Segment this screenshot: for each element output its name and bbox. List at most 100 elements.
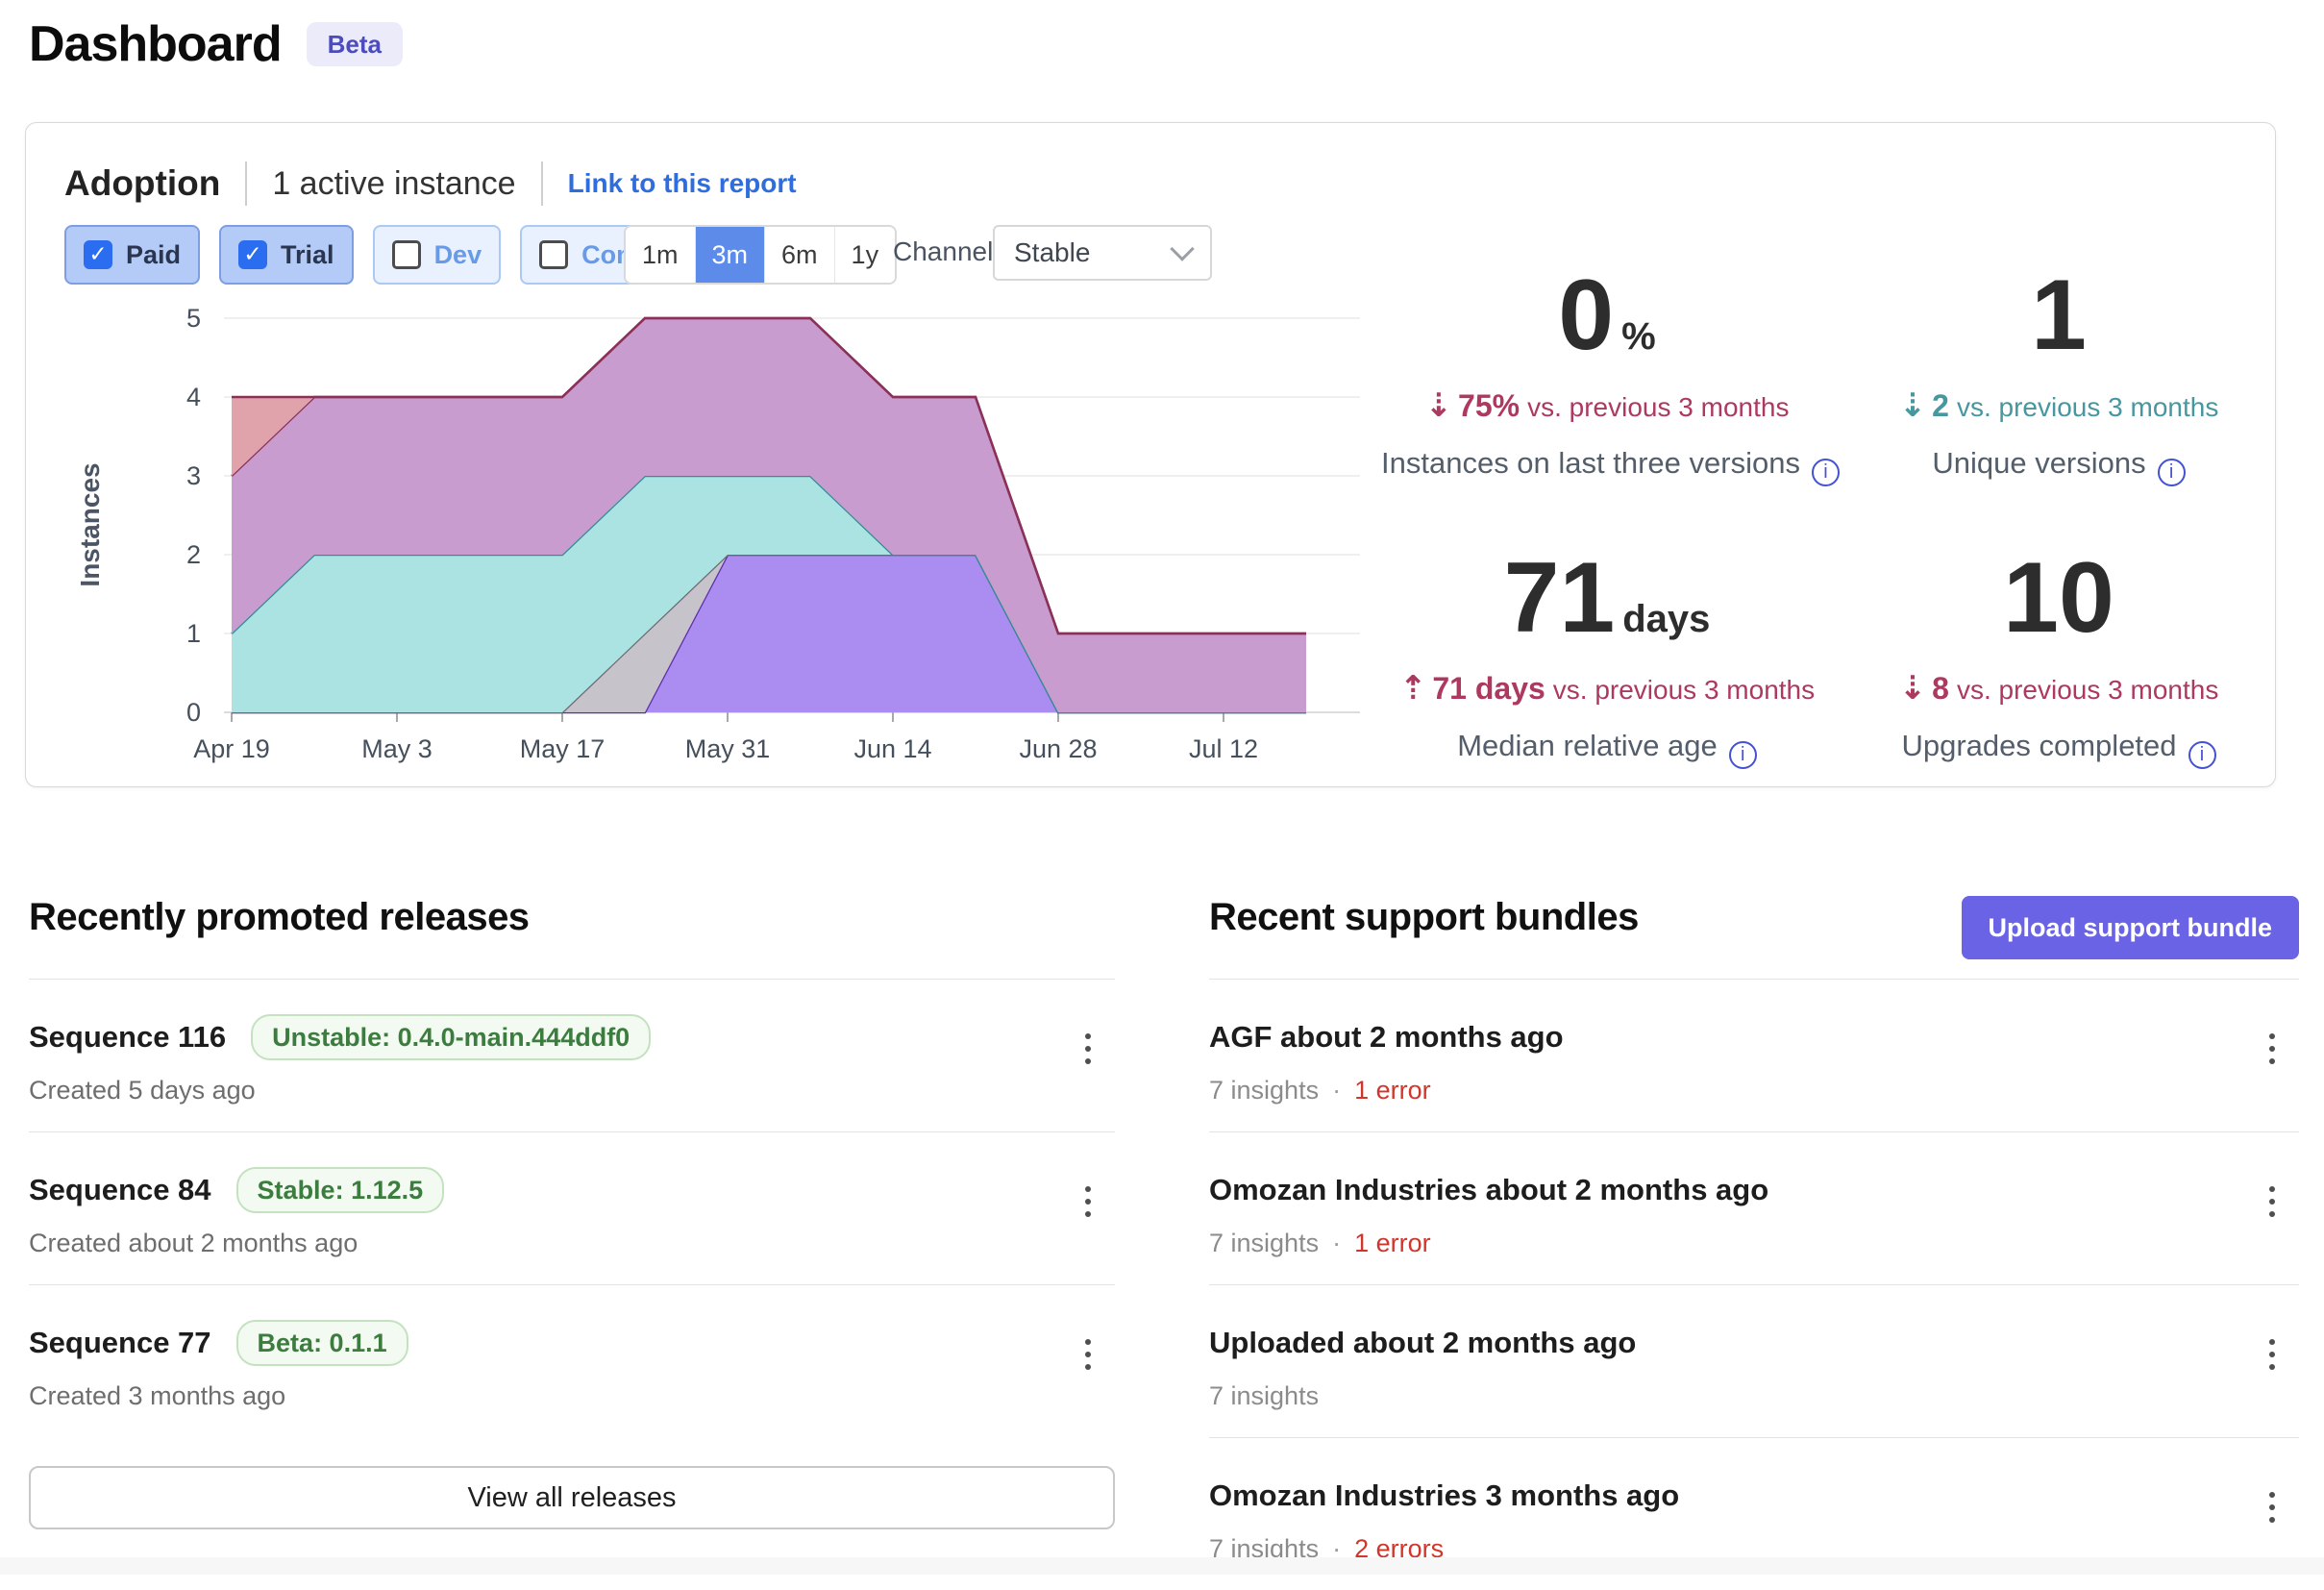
- kebab-dot: [2269, 1492, 2275, 1498]
- release-title-row: Sequence 84Stable: 1.12.5: [29, 1169, 1115, 1211]
- kebab-menu-icon[interactable]: [1067, 1175, 1109, 1229]
- y-tick-label: 4: [186, 383, 201, 411]
- meta-dot: ·: [1332, 1229, 1341, 1258]
- bundle-row: Uploaded about 2 months ago7 insights: [1209, 1285, 2299, 1438]
- filter-dev[interactable]: Dev: [373, 225, 502, 285]
- stat-delta-value: 71 days: [1432, 671, 1545, 706]
- kebab-dot: [2269, 1364, 2275, 1370]
- bundles-heading: Recent support bundles: [1209, 896, 1639, 939]
- release-created: Created about 2 months ago: [29, 1229, 1115, 1257]
- stat-unit: %: [1621, 315, 1656, 358]
- range-3m[interactable]: 3m: [696, 227, 766, 283]
- checkbox-icon: ✓: [238, 240, 267, 269]
- bottom-sections: Recently promoted releases Sequence 116U…: [29, 896, 2299, 1590]
- adoption-card-header: Adoption 1 active instance Link to this …: [64, 161, 797, 206]
- stat-delta: ⇣75%vs. previous 3 months: [1381, 386, 1833, 425]
- filter-trial[interactable]: ✓Trial: [219, 225, 354, 285]
- stat-delta-suffix: vs. previous 3 months: [1553, 675, 1815, 705]
- stat-value: 10: [2003, 542, 2114, 654]
- kebab-menu-icon[interactable]: [2251, 1022, 2293, 1076]
- range-1m[interactable]: 1m: [626, 227, 696, 283]
- bundle-title: Uploaded about 2 months ago: [1209, 1322, 2299, 1364]
- bundle-title: Omozan Industries 3 months ago: [1209, 1475, 2299, 1517]
- release-name: Sequence 77: [29, 1326, 211, 1360]
- y-tick-label: 0: [186, 698, 201, 727]
- checkbox-icon: [539, 240, 568, 269]
- bundle-meta: 7 insights·1 error: [1209, 1076, 2299, 1105]
- kebab-dot: [2269, 1058, 2275, 1064]
- stat-label-text: Unique versions: [1932, 446, 2145, 480]
- release-name: Sequence 116: [29, 1020, 226, 1055]
- y-tick-label: 3: [186, 461, 201, 490]
- release-created: Created 3 months ago: [29, 1381, 1115, 1410]
- upload-support-bundle-button[interactable]: Upload support bundle: [1962, 896, 2299, 959]
- stat-unit: days: [1622, 598, 1710, 640]
- releases-section: Recently promoted releases Sequence 116U…: [29, 896, 1115, 1590]
- kebab-dot: [1085, 1033, 1091, 1039]
- y-tick-label: 1: [186, 619, 201, 648]
- kebab-dot: [2269, 1046, 2275, 1052]
- stat-delta-value: 8: [1932, 671, 1949, 706]
- stat-delta-value: 2: [1932, 388, 1949, 423]
- kebab-menu-icon[interactable]: [2251, 1480, 2293, 1534]
- info-icon[interactable]: i: [2188, 741, 2216, 769]
- stat-label: Unique versions i: [1833, 446, 2285, 486]
- x-tick-label: Jun 28: [1019, 734, 1097, 763]
- x-tick-label: Jun 14: [853, 734, 931, 763]
- bottom-strip: [0, 1557, 2324, 1575]
- bundle-insights: 7 insights: [1209, 1229, 1319, 1258]
- x-tick-label: May 3: [361, 734, 433, 763]
- bundle-errors: 1 error: [1354, 1229, 1431, 1258]
- release-row: Sequence 77 Beta: 0.1.1 Created 3 months a…: [29, 1285, 1115, 1437]
- stat-median-relative-age: 71days⇡71 daysvs. previous 3 monthsMedia…: [1381, 548, 1833, 769]
- link-to-this-report[interactable]: Link to this report: [568, 168, 797, 199]
- range-6m[interactable]: 6m: [765, 227, 835, 283]
- release-version-badge: Beta: 0.1.1: [236, 1320, 408, 1366]
- y-axis-label: Instances: [75, 462, 105, 586]
- bundle-row: AGF about 2 months ago7 insights·1 error: [1209, 980, 2299, 1132]
- channel-select[interactable]: Stable: [993, 225, 1212, 281]
- bundle-row: Omozan Industries about 2 months ago7 in…: [1209, 1132, 2299, 1285]
- filter-label: Paid: [126, 240, 181, 270]
- bundle-insights: 7 insights: [1209, 1076, 1319, 1106]
- view-all-releases-button[interactable]: View all releases: [29, 1466, 1115, 1529]
- bundle-list: AGF about 2 months ago7 insights·1 error…: [1209, 980, 2299, 1590]
- divider: [541, 161, 543, 206]
- divider: [245, 161, 247, 206]
- x-tick-label: Apr 19: [193, 734, 270, 763]
- info-icon[interactable]: i: [2158, 459, 2186, 486]
- releases-header: Recently promoted releases: [29, 896, 1115, 959]
- adoption-card: Adoption 1 active instance Link to this …: [25, 122, 2276, 787]
- kebab-menu-icon[interactable]: [2251, 1175, 2293, 1229]
- range-1y[interactable]: 1y: [835, 227, 896, 283]
- arrow-down-icon: ⇣: [1899, 669, 1927, 708]
- time-range-selector: 1m3m6m1y: [624, 225, 897, 285]
- kebab-menu-icon[interactable]: [2251, 1328, 2293, 1381]
- stat-value: 71: [1504, 542, 1616, 654]
- stat-label-text: Median relative age: [1457, 729, 1718, 762]
- channel-label: Channel: [893, 236, 993, 267]
- check-icon: ✓: [243, 244, 261, 266]
- stat-value-row: 71days: [1381, 548, 1833, 648]
- kebab-menu-icon[interactable]: [1067, 1328, 1109, 1381]
- kebab-dot: [2269, 1517, 2275, 1523]
- stat-delta: ⇣2vs. previous 3 months: [1833, 386, 2285, 425]
- arrow-down-icon: ⇣: [1425, 386, 1453, 425]
- release-list: Sequence 116Unstable: 0.4.0-main.444ddf0…: [29, 980, 1115, 1437]
- y-tick-label: 2: [186, 540, 201, 569]
- stat-label: Instances on last three versionsi: [1381, 446, 1833, 486]
- kebab-menu-icon[interactable]: [1067, 1022, 1109, 1076]
- x-tick-label: May 31: [685, 734, 771, 763]
- stat-label-text: Upgrades completed: [1901, 729, 2176, 762]
- stat-label-text: Instances on last three versions: [1381, 446, 1800, 480]
- release-title-row: Sequence 116Unstable: 0.4.0-main.444ddf0: [29, 1016, 1115, 1058]
- kebab-dot: [2269, 1186, 2275, 1192]
- checkbox-icon: ✓: [84, 240, 112, 269]
- kebab-dot: [1085, 1211, 1091, 1217]
- kebab-dot: [2269, 1211, 2275, 1217]
- kebab-dot: [2269, 1199, 2275, 1205]
- page-title: Dashboard: [29, 15, 282, 73]
- y-tick-label: 5: [186, 304, 201, 333]
- filter-paid[interactable]: ✓ Paid: [64, 225, 200, 285]
- info-icon[interactable]: i: [1729, 741, 1757, 769]
